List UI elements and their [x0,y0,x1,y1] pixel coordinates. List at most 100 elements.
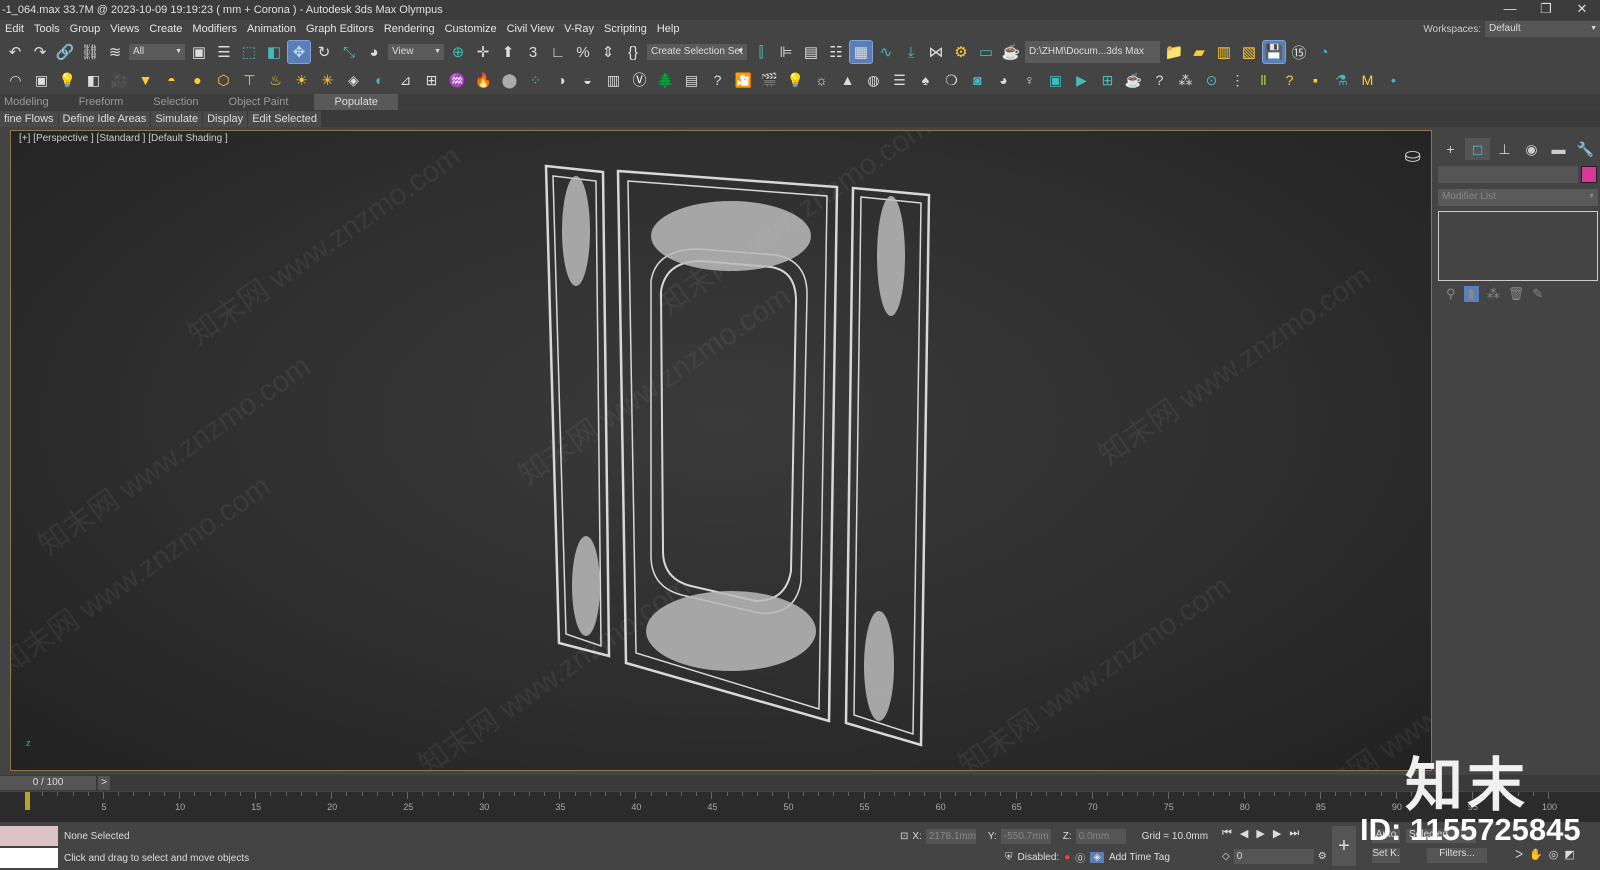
display-icon[interactable]: ▬ [1546,138,1571,160]
tab-populate[interactable]: Populate [314,94,398,110]
restore-button[interactable]: ❐ [1528,0,1564,20]
rotate-icon[interactable]: ↻ [313,41,335,63]
menu-scripting[interactable]: Scripting [599,23,652,35]
vray-logo-icon[interactable]: Ⓥ [628,69,651,91]
unlink-icon[interactable]: ⛓ [79,41,101,63]
tree-icon[interactable]: ▲ [836,69,859,91]
current-frame-spinner[interactable]: 0 [1233,849,1314,864]
menu-modifiers[interactable]: Modifiers [187,23,242,35]
pivot-icon[interactable]: ⊕ [447,41,469,63]
m4-icon[interactable]: ⚗ [1330,69,1353,91]
camera-add-icon[interactable]: 🎬 [758,69,781,91]
manipulate-icon[interactable]: ✛ [472,41,494,63]
move-icon[interactable]: ✥ [287,40,311,64]
menu-v-ray[interactable]: V-Ray [559,23,599,35]
key-mode-icon[interactable]: ◇ [1222,851,1230,862]
selection-filter-dropdown[interactable]: All [129,44,185,60]
object-color-swatch[interactable] [1581,166,1597,183]
fur-icon[interactable]: ◐ [368,69,391,91]
select-by-name-icon[interactable]: ☰ [213,41,235,63]
maximize-viewport-icon[interactable]: ◩ [1564,848,1574,861]
rect-region-icon[interactable]: ⬚ [238,41,260,63]
menu-create[interactable]: Create [144,23,187,35]
scatter-icon[interactable]: ◍ [862,69,885,91]
select-object-icon[interactable]: ▣ [188,41,210,63]
maxscript-listener-pink[interactable] [0,826,58,846]
next-frame-button[interactable]: > [98,776,110,790]
tab-modeling[interactable]: Modeling [0,94,75,110]
key-filters-button[interactable]: Filters... [1427,848,1487,863]
menu-animation[interactable]: Animation [242,23,301,35]
mesh-light-icon[interactable]: ⬡ [212,69,235,91]
camera-icon[interactable]: 🎥 [108,69,131,91]
keyboard-shortcut-icon[interactable]: ⬆ [497,41,519,63]
m6-icon[interactable]: • [1382,69,1405,91]
x-coord-field[interactable]: 2178.1mm [925,829,976,844]
maxscript-listener-white[interactable] [0,848,58,868]
zoom-nav-icon[interactable]: ᐳ [1515,848,1523,861]
create-icon[interactable]: + [1438,138,1463,160]
menu-help[interactable]: Help [652,23,685,35]
modifier-stack[interactable] [1438,211,1598,281]
menu-views[interactable]: Views [105,23,144,35]
undo-icon[interactable]: ↶ [4,41,26,63]
screen-icon[interactable]: ◙ [966,69,989,91]
project-icon[interactable]: ▥ [1213,41,1235,63]
bind-space-warp-icon[interactable]: ≋ [104,41,126,63]
current-frame-marker[interactable] [25,792,30,810]
menu-group[interactable]: Group [65,23,106,35]
angle-snap-icon[interactable]: ∟ [547,41,569,63]
scene-explorer-icon[interactable]: ▤ [800,41,822,63]
menu-rendering[interactable]: Rendering [379,23,440,35]
mirror-icon[interactable]: ⫿ [750,41,772,63]
ies-light-icon[interactable]: ◧ [82,69,105,91]
percent-snap-icon[interactable]: % [572,41,594,63]
light-bulb-icon[interactable]: 💡 [56,69,79,91]
modifier-list-dropdown[interactable]: Modifier List [1438,189,1598,206]
snap-3d-icon[interactable]: 3 [522,41,544,63]
dope-sheet-icon[interactable]: ⤓ [900,41,922,63]
infinite-plane-icon[interactable]: ⊞ [420,69,443,91]
menu-customize[interactable]: Customize [440,23,502,35]
sun-icon[interactable]: ☀ [290,69,313,91]
asset-tracking-icon[interactable]: 📁 [1163,41,1185,63]
sphere-light-icon[interactable]: ● [186,69,209,91]
list-icon[interactable]: ☰ [888,69,911,91]
material-editor-icon[interactable]: ⁘ [524,69,547,91]
schematic-view-icon[interactable]: ⋈ [925,41,947,63]
autobackup-icon[interactable]: 💾 [1262,40,1286,64]
timer-15-icon[interactable]: ⑮ [1288,41,1310,63]
scale-icon[interactable]: ⤡ [338,41,360,63]
tab-selection[interactable]: Selection [149,94,224,110]
next-frame-icon[interactable]: ▶ [1273,827,1281,840]
align-icon[interactable]: ⊫ [775,41,797,63]
palette-icon[interactable]: ◑ [550,69,573,91]
m3-icon[interactable]: ▪ [1304,69,1327,91]
object-name-input[interactable] [1438,166,1578,183]
ribbon-button-display[interactable]: Display [203,110,248,127]
ring-icon[interactable]: ❍ [940,69,963,91]
configure-sets-icon[interactable]: ✎ [1532,286,1543,302]
grid-icon[interactable]: ⊞ [1096,69,1119,91]
help2-icon[interactable]: ? [1148,69,1171,91]
toggle-ribbon-icon[interactable]: ▦ [849,40,873,64]
frame-icon[interactable]: ▣ [1044,69,1067,91]
sky-icon[interactable]: ✳ [316,69,339,91]
curve-editor-icon[interactable]: ∿ [875,41,897,63]
mat-lib-icon[interactable]: ◒ [576,69,599,91]
camera-cine-icon[interactable]: 🎦 [732,69,755,91]
ribbon-button-edit-selected[interactable]: Edit Selected [248,110,322,127]
dome-light-icon[interactable]: ◓ [160,69,183,91]
color-icon[interactable]: ◕ [992,69,1015,91]
z-coord-field[interactable]: 0.0mm [1075,829,1126,844]
pan-icon[interactable]: ✋ [1529,848,1543,861]
transform-icon[interactable]: ⁂ [1174,69,1197,91]
forest-icon[interactable]: 🌲 [654,69,677,91]
lamp-icon[interactable]: ♀ [1018,69,1041,91]
workspaces-dropdown[interactable]: Default [1485,21,1600,37]
ribbon-button-simulate[interactable]: Simulate [151,110,203,127]
utilities-icon[interactable]: 🔧 [1573,138,1598,160]
render-icon[interactable]: ☕ [1000,41,1022,63]
menu-civil-view[interactable]: Civil View [502,23,559,35]
spot-light-icon[interactable]: ⊤ [238,69,261,91]
